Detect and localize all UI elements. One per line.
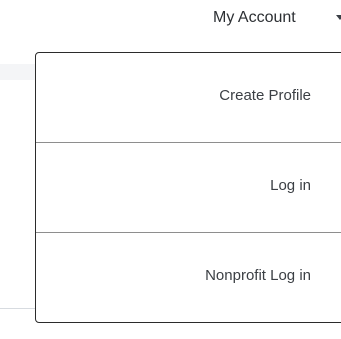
menu-item-log-in[interactable]: Log in bbox=[36, 143, 341, 233]
my-account-label: My Account bbox=[213, 9, 296, 26]
background-divider bbox=[0, 308, 36, 309]
my-account-dropdown-toggle[interactable]: My Account bbox=[190, 0, 341, 36]
menu-item-nonprofit-log-in[interactable]: Nonprofit Log in bbox=[36, 233, 341, 322]
menu-item-label: Create Profile bbox=[219, 87, 311, 104]
menu-item-label: Log in bbox=[270, 177, 311, 194]
menu-item-label: Nonprofit Log in bbox=[205, 267, 311, 284]
account-dropdown-menu: Create Profile Log in Nonprofit Log in bbox=[35, 52, 341, 323]
chevron-down-icon bbox=[336, 15, 341, 20]
page: My Account Create Profile Log in Nonprof… bbox=[0, 0, 341, 339]
menu-item-create-profile[interactable]: Create Profile bbox=[36, 53, 341, 143]
background-band bbox=[0, 64, 36, 80]
